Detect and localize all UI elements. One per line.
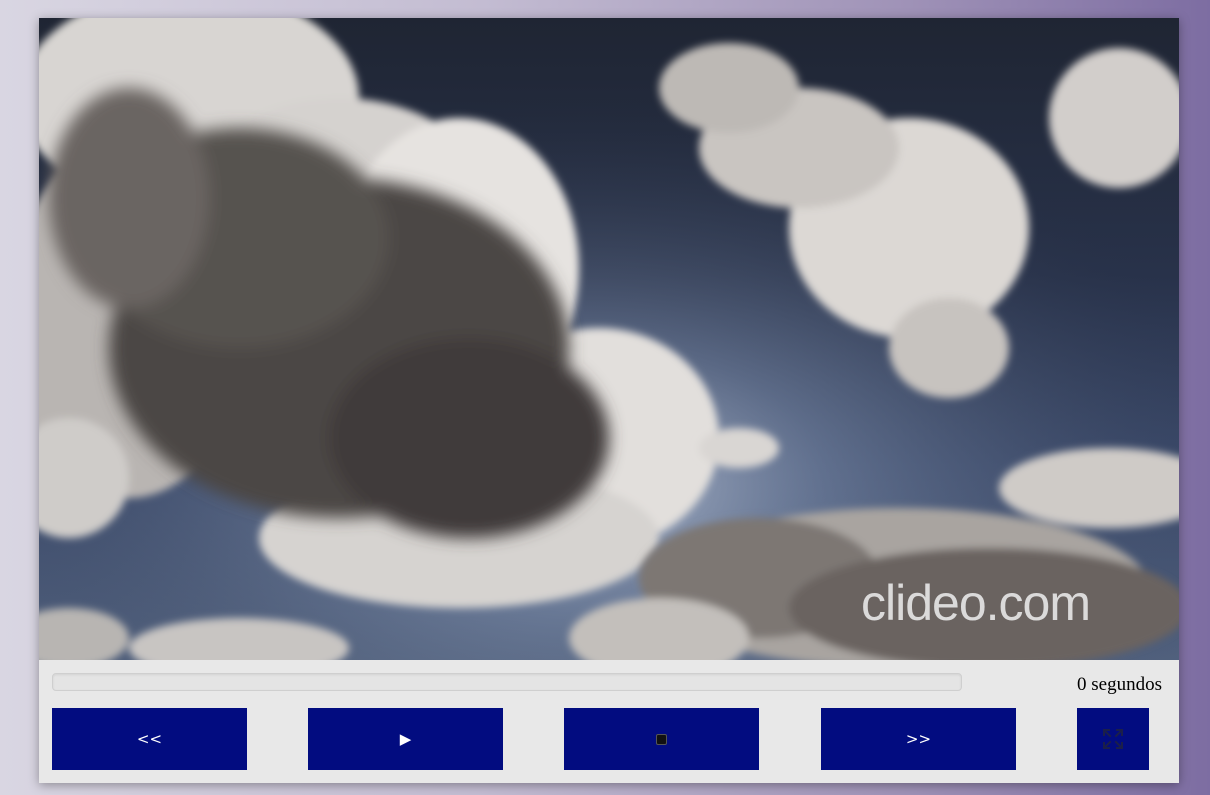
forward-button[interactable]: >> bbox=[821, 708, 1016, 770]
rewind-label: << bbox=[136, 730, 163, 748]
play-icon: ▶ bbox=[399, 730, 412, 748]
stop-button[interactable] bbox=[564, 708, 759, 770]
fullscreen-button[interactable] bbox=[1077, 708, 1149, 770]
rewind-button[interactable]: << bbox=[52, 708, 247, 770]
video-frame[interactable]: clideo.com bbox=[39, 18, 1179, 660]
play-button[interactable]: ▶ bbox=[308, 708, 503, 770]
sky-clouds-image bbox=[39, 18, 1179, 660]
stop-square-icon bbox=[656, 733, 667, 745]
progress-bar[interactable] bbox=[52, 673, 962, 691]
video-player: clideo.com 0 segundos << ▶ >> bbox=[39, 18, 1179, 783]
fullscreen-icon bbox=[1103, 729, 1123, 749]
watermark-text: clideo.com bbox=[861, 575, 1091, 631]
time-label: 0 segundos bbox=[1077, 674, 1162, 695]
forward-label: >> bbox=[905, 730, 932, 748]
